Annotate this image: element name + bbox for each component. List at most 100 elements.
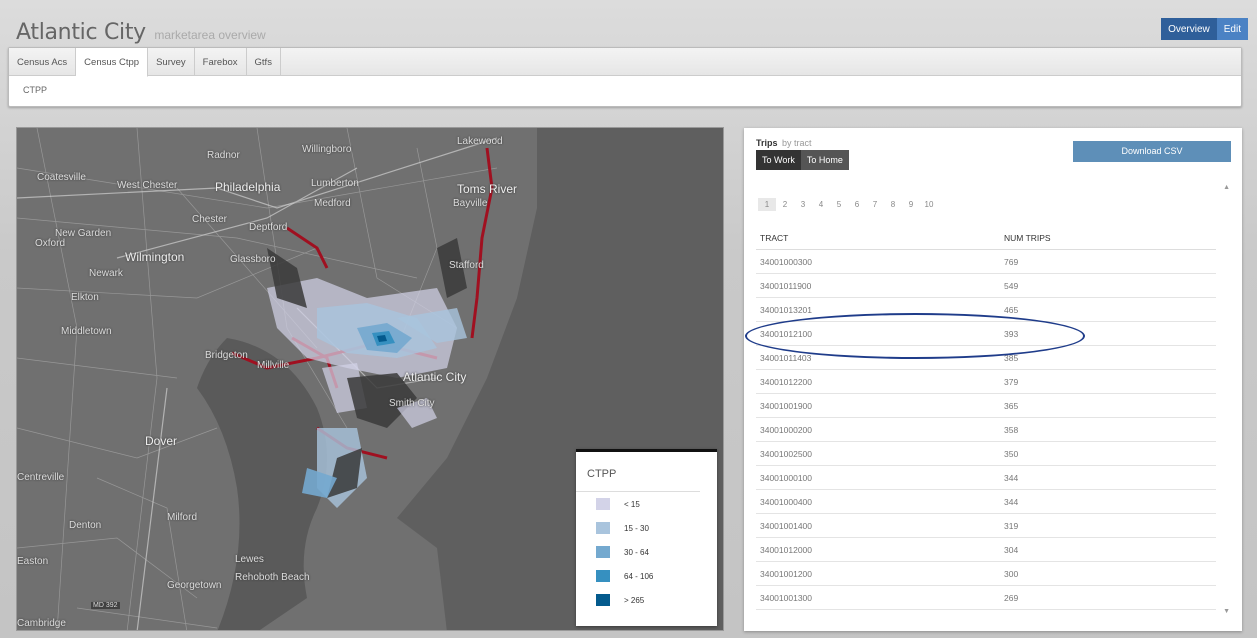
table-row[interactable]: 34001013201 465 [756,298,1216,322]
table-row[interactable]: 34001012000 304 [756,538,1216,562]
table-row[interactable]: 34001012200 379 [756,370,1216,394]
tab-content-label: CTPP [23,85,48,95]
table-body: 34001000300 769 34001011900 549 3400101320… [756,250,1216,610]
map-label-radnor: Radnor [207,150,240,161]
table-row[interactable]: 34001000300 769 [756,250,1216,274]
tract-cell: 34001001300 [760,592,813,603]
trips-panel: Trips by tract To Work To Home Download … [744,128,1242,631]
tab-survey[interactable]: Survey [148,48,195,75]
legend-label: > 265 [624,595,645,605]
header-num-trips[interactable]: NUM TRIPS [1000,233,1051,243]
tract-cell: 34001001900 [760,400,813,411]
legend-item: 64 - 106 [576,564,717,588]
tract-cell: 34001002500 [760,448,813,459]
trips-cell: 319 [1004,520,1019,531]
legend-item: < 15 [576,492,717,516]
table-row[interactable]: 34001002500 350 [756,442,1216,466]
tract-cell: 34001000100 [760,472,813,483]
table-row[interactable]: 34001001900 365 [756,394,1216,418]
trips-cell: 350 [1004,448,1019,459]
table-row[interactable]: 34001012100 393 [756,322,1216,346]
legend-swatch [596,594,610,606]
map-label-philadelphia: Philadelphia [215,180,281,194]
trips-cell: 393 [1004,328,1019,339]
tab-census-acs[interactable]: Census Acs [9,48,77,75]
direction-toggle: To Work To Home [756,150,849,170]
map-label-glassboro: Glassboro [230,254,276,265]
map-label-oxford: Oxford [35,238,66,249]
to-work-button[interactable]: To Work [756,150,801,170]
page-link[interactable]: 7 [866,198,884,211]
page-link[interactable]: 3 [794,198,812,211]
page-link[interactable]: 9 [902,198,920,211]
map-label-wilmington: Wilmington [125,250,185,264]
overview-button[interactable]: Overview [1161,18,1217,40]
trips-table: TRACT NUM TRIPS 34001000300 769 340010119… [756,226,1216,610]
data-tabs: Census Acs Census Ctpp Survey Farebox Gt… [8,47,1242,107]
page-link[interactable]: 1 [758,198,776,211]
legend-label: 15 - 30 [624,523,649,533]
trips-cell: 269 [1004,592,1019,603]
trips-cell: 549 [1004,280,1019,291]
scroll-down-icon[interactable]: ▼ [1223,608,1230,615]
table-row[interactable]: 34001011403 385 [756,346,1216,370]
page-link[interactable]: 6 [848,198,866,211]
map-label-smith-city: Smith City [389,398,435,409]
trips-cell: 385 [1004,352,1019,363]
legend-label: 64 - 106 [624,571,654,581]
trips-cell: 358 [1004,424,1019,435]
table-row[interactable]: 34001000400 344 [756,490,1216,514]
map-label-bridgeton: Bridgeton [205,350,248,361]
table-row[interactable]: 34001000200 358 [756,418,1216,442]
tract-cell: 34001011900 [760,280,812,291]
tab-census-ctpp[interactable]: Census Ctpp [76,48,149,77]
page-link[interactable]: 8 [884,198,902,211]
tract-cell: 34001000200 [760,424,813,435]
tract-cell: 34001011403 [760,352,812,363]
map-label-stafford: Stafford [449,260,484,271]
page-title: Atlantic City [16,20,146,45]
header-tract[interactable]: TRACT [756,233,1000,243]
table-row[interactable]: 34001000100 344 [756,466,1216,490]
legend-swatch [596,570,610,582]
map-label-bayville: Bayville [453,198,488,209]
table-row[interactable]: 34001001400 319 [756,514,1216,538]
trips-cell: 300 [1004,568,1019,579]
edit-button[interactable]: Edit [1216,18,1248,40]
trips-cell: 304 [1004,544,1019,555]
table-row[interactable]: 34001001300 269 [756,586,1216,610]
scroll-up-icon[interactable]: ▲ [1223,184,1230,191]
legend-swatch [596,546,610,558]
tract-cell: 34001000300 [760,256,813,267]
legend-swatch [596,498,610,510]
tract-cell: 34001012100 [760,328,813,339]
panel-title-text: Trips [756,138,778,148]
page-link[interactable]: 10 [920,198,938,211]
table-row[interactable]: 34001001200 300 [756,562,1216,586]
tab-gtfs[interactable]: Gtfs [247,48,281,75]
map-label-atlantic-city: Atlantic City [403,370,467,384]
page-link[interactable]: 5 [830,198,848,211]
map-label-middletown: Middletown [61,326,112,337]
map-label-medford: Medford [314,198,351,209]
legend-title: CTPP [576,452,700,492]
map-label-toms-river: Toms River [457,182,518,196]
page-subtitle: marketarea overview [154,28,266,42]
page-link[interactable]: 2 [776,198,794,211]
map-label-centreville: Centreville [17,472,65,483]
page-link[interactable]: 4 [812,198,830,211]
map-label-milford: Milford [167,512,198,523]
tract-cell: 34001001200 [760,568,813,579]
table-row[interactable]: 34001011900 549 [756,274,1216,298]
road-shield-md392: MD 392 [91,602,120,609]
map-label-denton: Denton [69,520,102,531]
download-csv-button[interactable]: Download CSV [1073,141,1231,162]
map-label-rehoboth-beach: Rehoboth Beach [235,572,310,583]
tab-farebox[interactable]: Farebox [195,48,247,75]
legend-label: < 15 [624,499,640,509]
to-home-button[interactable]: To Home [800,150,849,170]
legend-swatch [596,522,610,534]
pagination: 1 2 3 4 5 6 7 8 9 10 [758,198,938,211]
map-label-coatesville: Coatesville [37,172,86,183]
legend-item: 15 - 30 [576,516,717,540]
